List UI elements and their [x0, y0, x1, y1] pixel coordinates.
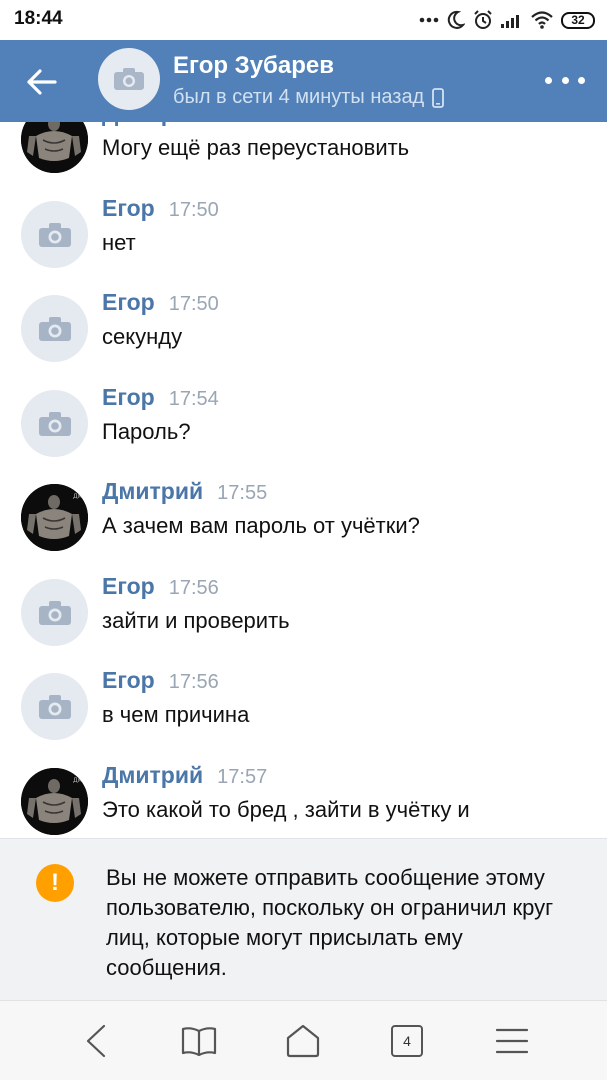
- sender-name[interactable]: Егор: [102, 573, 155, 600]
- more-dot: [561, 76, 569, 84]
- sender-avatar[interactable]: Дми: [21, 122, 88, 173]
- battery-icon: 32: [561, 11, 595, 29]
- menu-icon: [495, 1028, 529, 1054]
- message-meta: Егор 17:56: [102, 667, 219, 694]
- message-time: 17:50: [168, 293, 219, 315]
- sender-name[interactable]: Егор: [102, 384, 155, 411]
- message-meta: Егор 17:50: [102, 289, 219, 316]
- message-text: Могу ещё раз переустановить: [102, 135, 410, 160]
- mobile-icon: [432, 87, 445, 108]
- camera-icon: [38, 222, 71, 247]
- sender-name[interactable]: Егор: [102, 195, 155, 222]
- browser-nav-bar: 4: [0, 1000, 607, 1080]
- message-text: Пароль?: [102, 419, 191, 444]
- bookmarks-button[interactable]: [177, 1019, 221, 1063]
- message-item[interactable]: Дми Дмитрий 17:57 Это какой то бред , зайти…: [0, 756, 607, 838]
- message-time: 17:54: [168, 388, 219, 410]
- tabs-button[interactable]: 4: [385, 1019, 429, 1063]
- header-avatar[interactable]: [98, 48, 160, 110]
- cannot-send-notice: ! Вы не можете отправить сообщение этому…: [0, 838, 607, 1000]
- profile-photo: Дми: [21, 122, 88, 173]
- message-meta: Дмитрий 17:29: [102, 122, 267, 127]
- message-text: нет: [102, 230, 136, 255]
- message-item[interactable]: Егор 17:50 нет: [0, 189, 607, 279]
- camera-icon: [38, 411, 71, 436]
- profile-photo: Дми: [21, 484, 88, 551]
- message-meta: Дмитрий 17:55: [102, 478, 267, 505]
- home-icon: [286, 1024, 320, 1058]
- message-time: 17:29: [217, 122, 267, 127]
- sender-name[interactable]: Дмитрий: [102, 478, 203, 505]
- wifi-icon: [531, 11, 553, 29]
- more-options-button[interactable]: [545, 68, 585, 92]
- message-meta: Дмитрий 17:57: [102, 762, 267, 789]
- moon-icon: [447, 10, 465, 30]
- contact-name[interactable]: Егор Зубарев: [173, 52, 334, 80]
- sender-avatar[interactable]: [21, 390, 88, 457]
- back-arrow-icon: [27, 69, 57, 95]
- sender-name[interactable]: Егор: [102, 667, 155, 694]
- warning-icon: !: [36, 864, 74, 902]
- sender-name[interactable]: Дмитрий: [102, 122, 203, 127]
- message-meta: Егор 17:56: [102, 573, 219, 600]
- alarm-icon: [473, 10, 493, 30]
- message-time: 17:56: [168, 671, 219, 693]
- sender-avatar[interactable]: [21, 579, 88, 646]
- online-status-text: был в сети 4 минуты назад: [173, 86, 425, 108]
- message-time: 17:57: [217, 766, 268, 788]
- message-meta: Егор 17:54: [102, 384, 219, 411]
- message-item[interactable]: Дми Дмитрий 17:55 А зачем вам пароль от учё…: [0, 472, 607, 562]
- dots-icon: [419, 17, 439, 23]
- signal-icon: [501, 12, 523, 28]
- chevron-left-icon: [86, 1024, 106, 1058]
- notice-text: Вы не можете отправить сообщение этому п…: [106, 865, 554, 980]
- camera-icon: [114, 68, 144, 90]
- message-item[interactable]: Егор 17:56 в чем причина: [0, 661, 607, 751]
- message-text: секунду: [102, 324, 183, 349]
- message-time: 17:56: [168, 577, 219, 599]
- sender-avatar[interactable]: [21, 295, 88, 362]
- profile-photo: Дми: [21, 768, 88, 835]
- message-text: зайти и проверить: [102, 608, 290, 633]
- sender-avatar[interactable]: [21, 201, 88, 268]
- camera-icon: [38, 600, 71, 625]
- message-meta: Егор 17:50: [102, 195, 219, 222]
- message-time: 17:55: [217, 482, 268, 504]
- online-status: был в сети 4 минуты назад: [173, 86, 445, 109]
- sender-name[interactable]: Егор: [102, 289, 155, 316]
- message-item[interactable]: Егор 17:50 секунду: [0, 283, 607, 373]
- svg-text:Дми: Дми: [73, 777, 86, 784]
- sender-avatar[interactable]: [21, 673, 88, 740]
- message-text: А зачем вам пароль от учётки?: [102, 513, 420, 538]
- message-text: в чем причина: [102, 702, 250, 727]
- sender-name[interactable]: Дмитрий: [102, 762, 203, 789]
- svg-text:Дми: Дми: [73, 493, 86, 500]
- nav-back-button[interactable]: [74, 1019, 118, 1063]
- more-dot: [578, 76, 585, 84]
- more-dot: [545, 76, 552, 84]
- message-item[interactable]: Егор 17:54 Пароль?: [0, 378, 607, 468]
- chat-header: Егор Зубарев был в сети 4 минуты назад: [0, 40, 607, 122]
- status-time: 18:44: [14, 8, 63, 29]
- camera-icon: [38, 694, 71, 719]
- message-item[interactable]: Егор 17:56 зайти и проверить: [0, 567, 607, 657]
- menu-button[interactable]: [490, 1019, 534, 1063]
- message-time: 17:50: [168, 199, 219, 221]
- message-text: Это какой то бред , зайти в учётку и: [102, 797, 470, 822]
- camera-icon: [38, 316, 71, 341]
- sender-avatar[interactable]: Дми: [21, 768, 88, 835]
- sender-avatar[interactable]: Дми: [21, 484, 88, 551]
- status-bar: 18:44 32: [0, 0, 607, 40]
- book-icon: [181, 1027, 217, 1056]
- message-list[interactable]: Дми Дмитрий 17:29 Могу ещё раз переустанови…: [0, 122, 607, 838]
- tabs-icon: 4: [391, 1025, 423, 1057]
- message-item[interactable]: Дми Дмитрий 17:29 Могу ещё раз переустанови…: [0, 122, 607, 184]
- status-icons: 32: [419, 8, 595, 32]
- back-button[interactable]: [20, 60, 64, 104]
- home-button[interactable]: [281, 1019, 325, 1063]
